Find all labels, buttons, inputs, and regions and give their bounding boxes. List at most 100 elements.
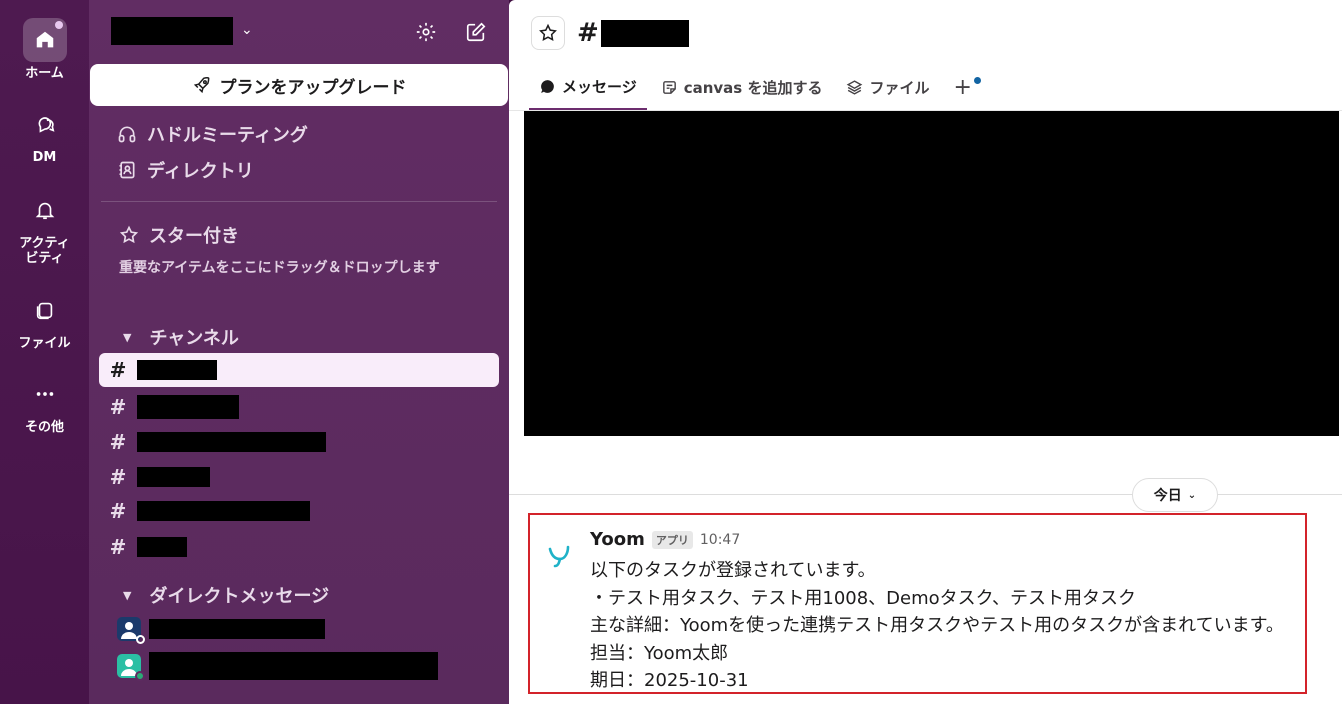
notification-dot: [55, 21, 63, 29]
sidebar-channel[interactable]: #: [99, 460, 499, 494]
files-icon: [23, 288, 67, 332]
sidebar-item-directory[interactable]: ディレクトリ: [117, 157, 254, 183]
avatar: [117, 654, 145, 681]
tab-label: canvas を追加する: [683, 78, 823, 97]
layers-icon: [847, 79, 863, 95]
tab-add-canvas[interactable]: canvas を追加する: [651, 64, 833, 110]
channel-name-redacted: [137, 537, 187, 557]
message-line: 主な詳細：Yoomを使った連携テスト用タスクやテスト用のタスクが含まれています。: [590, 615, 1284, 636]
rail-home-label: ホーム: [25, 66, 64, 81]
notification-dot: [973, 76, 981, 84]
channel-name-redacted: [600, 19, 689, 47]
sidebar-channel[interactable]: #: [99, 425, 499, 459]
redacted-content-block: [524, 111, 1339, 436]
chevron-down-icon: ⌄: [1187, 489, 1197, 501]
rocket-icon: [193, 76, 209, 94]
hash-icon: #: [109, 395, 127, 419]
message-line: 期日：2025-10-31: [590, 670, 749, 691]
sidebar-item-huddles[interactable]: ハドルミーティング: [117, 121, 308, 147]
hash-icon: #: [109, 535, 127, 559]
message-timestamp[interactable]: 10:47: [700, 532, 740, 548]
star-icon: [119, 225, 139, 244]
channel-name-redacted: [137, 395, 239, 419]
rail-activity-label: アクティ ビティ: [19, 236, 70, 266]
directory-icon: [119, 161, 135, 179]
yoom-logo-icon[interactable]: [546, 539, 574, 569]
message-header: Yoom アプリ 10:47: [590, 529, 740, 550]
avatar: [117, 617, 145, 644]
rail-files-label: ファイル: [18, 336, 71, 351]
dm-name-redacted: [149, 652, 438, 680]
starred-hint: 重要なアイテムをここにドラッグ＆ドロップします: [119, 260, 440, 276]
message-icon: [541, 79, 554, 93]
sidebar-item-label: ディレクトリ: [147, 161, 254, 182]
app-badge: アプリ: [651, 530, 693, 549]
sidebar-item-label: ハドルミーティング: [147, 125, 308, 146]
add-tab-label: +: [953, 74, 972, 100]
sidebar-channel[interactable]: #: [99, 494, 499, 528]
rail-dm[interactable]: DM: [0, 102, 89, 165]
workspace-name-redacted[interactable]: [111, 17, 233, 45]
rail-home[interactable]: ホーム: [0, 18, 89, 81]
channel-name-redacted: [137, 501, 310, 521]
hash-icon: #: [109, 465, 127, 489]
rail-files[interactable]: ファイル: [0, 288, 89, 351]
bell-icon: [23, 188, 67, 232]
headphones-icon: [118, 126, 136, 143]
channel-name-redacted: [137, 467, 210, 487]
compose-icon[interactable]: [463, 19, 489, 45]
upgrade-plan-label: プランをアップグレード: [219, 77, 407, 98]
rail-more-label: その他: [24, 420, 64, 435]
hash-icon: #: [109, 499, 127, 523]
section-label: スター付き: [149, 226, 239, 247]
dm-name-redacted: [149, 619, 325, 639]
channel-tabs: メッセージ canvas を追加する ファイル +: [529, 64, 982, 110]
tab-files[interactable]: ファイル: [836, 64, 939, 110]
upgrade-plan-button[interactable]: プランをアップグレード: [90, 64, 508, 106]
channel-view: # メッセージ canvas を追加する ファイル + 今日 ⌄ Yoom アプ…: [509, 0, 1342, 704]
message-line: ・テスト用タスク、テスト用1008、Demoタスク、テスト用タスク: [590, 587, 1137, 609]
hash-icon: #: [577, 18, 599, 48]
workspace-rail: ホーム DM アクティ ビティ ファイル その他: [0, 0, 89, 704]
channel-title[interactable]: #: [577, 18, 689, 48]
presence-active-icon: [135, 671, 145, 681]
section-channels[interactable]: ▼ チャンネル: [123, 324, 239, 350]
gear-icon[interactable]: [413, 19, 439, 45]
date-label: 今日: [1153, 488, 1182, 504]
sidebar-dm-item[interactable]: [117, 617, 325, 644]
caret-down-icon: ▼: [123, 330, 132, 344]
star-icon: [539, 23, 557, 41]
channel-name-redacted: [137, 432, 326, 452]
section-starred[interactable]: スター付き: [119, 222, 239, 248]
sidebar-channel[interactable]: #: [99, 353, 499, 387]
star-channel-button[interactable]: [531, 16, 565, 50]
highlighted-message: Yoom アプリ 10:47 以下のタスクが登録されています。 ・テスト用タスク…: [528, 513, 1307, 694]
tab-messages[interactable]: メッセージ: [529, 64, 647, 110]
add-tab-button[interactable]: +: [943, 64, 981, 110]
sidebar-divider: [101, 201, 497, 202]
plus-icon: +: [953, 74, 981, 100]
hash-icon: #: [109, 358, 127, 382]
tab-label: メッセージ: [562, 77, 637, 96]
rail-more[interactable]: その他: [0, 372, 89, 435]
message-line: 以下のタスクが登録されています。: [590, 560, 876, 581]
section-direct-messages[interactable]: ▼ ダイレクトメッセージ: [123, 582, 329, 608]
rail-activity[interactable]: アクティ ビティ: [0, 188, 89, 266]
more-icon: [23, 372, 67, 416]
dm-icon: [23, 102, 67, 146]
message-author[interactable]: Yoom: [590, 529, 645, 550]
presence-away-icon: [136, 635, 145, 644]
message-body: 以下のタスクが登録されています。 ・テスト用タスク、テスト用1008、Demoタ…: [590, 557, 1284, 695]
chevron-down-icon[interactable]: ⌄: [241, 22, 253, 38]
sidebar-dm-item[interactable]: [117, 652, 438, 681]
date-jump-button[interactable]: 今日 ⌄: [1132, 478, 1218, 512]
sidebar-channel[interactable]: #: [99, 530, 499, 564]
channel-sidebar: ⌄ プランをアップグレード ハドルミーティング ディレクトリ スター付き 重要な…: [89, 0, 509, 704]
rail-dm-label: DM: [32, 150, 57, 165]
canvas-icon: [662, 80, 676, 94]
sidebar-channel[interactable]: #: [99, 390, 499, 424]
channel-name-redacted: [137, 360, 217, 380]
message-line: 担当：Yoom太郎: [590, 642, 729, 664]
caret-down-icon: ▼: [123, 588, 132, 602]
hash-icon: #: [109, 430, 127, 454]
